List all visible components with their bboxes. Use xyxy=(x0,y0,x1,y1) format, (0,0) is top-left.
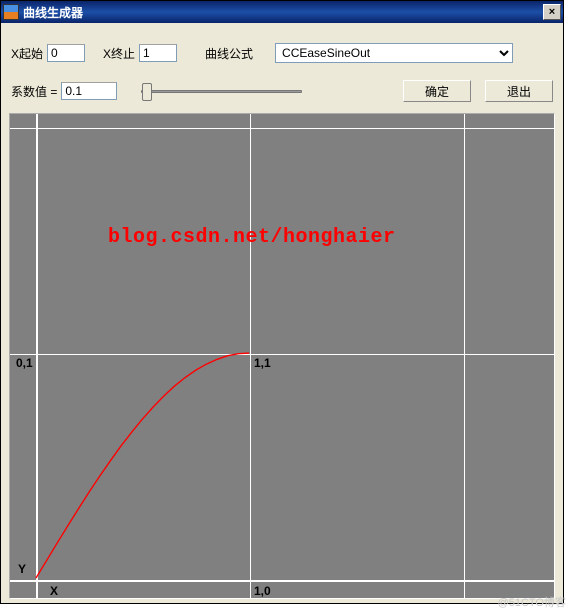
curve-path xyxy=(36,353,249,578)
label-origin: 0,1 xyxy=(16,356,33,370)
label-bottom-mid: 1,0 xyxy=(254,584,271,598)
coef-slider-wrap xyxy=(139,79,304,103)
x-end-input[interactable] xyxy=(139,44,177,62)
exit-button[interactable]: 退出 xyxy=(485,80,553,102)
close-icon: × xyxy=(549,6,555,18)
app-window: 曲线生成器 × X起始 X终止 曲线公式 CCEaseSineOut 系数值 = xyxy=(0,0,564,604)
corner-watermark: @51CTO博客 xyxy=(498,594,566,610)
close-button[interactable]: × xyxy=(543,4,561,20)
label-top-mid: 1,1 xyxy=(254,356,271,370)
label-x-axis: X xyxy=(50,584,58,598)
ok-button[interactable]: 确定 xyxy=(403,80,471,102)
controls-panel: X起始 X终止 曲线公式 CCEaseSineOut 系数值 = 确定 退出 xyxy=(1,23,563,111)
formula-label: 曲线公式 xyxy=(205,45,253,62)
curve-svg xyxy=(10,114,554,598)
window-title: 曲线生成器 xyxy=(23,4,83,21)
titlebar: 曲线生成器 × xyxy=(1,1,563,23)
coef-label: 系数值 = xyxy=(11,83,57,100)
x-start-label: X起始 xyxy=(11,45,43,62)
label-y-axis: Y xyxy=(18,562,26,576)
overlay-watermark: blog.csdn.net/honghaier xyxy=(108,226,396,249)
plot-area: 0,1 1,1 1,0 Y X blog.csdn.net/honghaier xyxy=(9,113,555,599)
coef-slider[interactable] xyxy=(141,79,302,103)
formula-select[interactable]: CCEaseSineOut xyxy=(275,43,513,63)
app-icon xyxy=(3,4,19,20)
x-end-label: X终止 xyxy=(103,45,135,62)
x-start-input[interactable] xyxy=(47,44,85,62)
coef-input[interactable] xyxy=(61,82,117,100)
